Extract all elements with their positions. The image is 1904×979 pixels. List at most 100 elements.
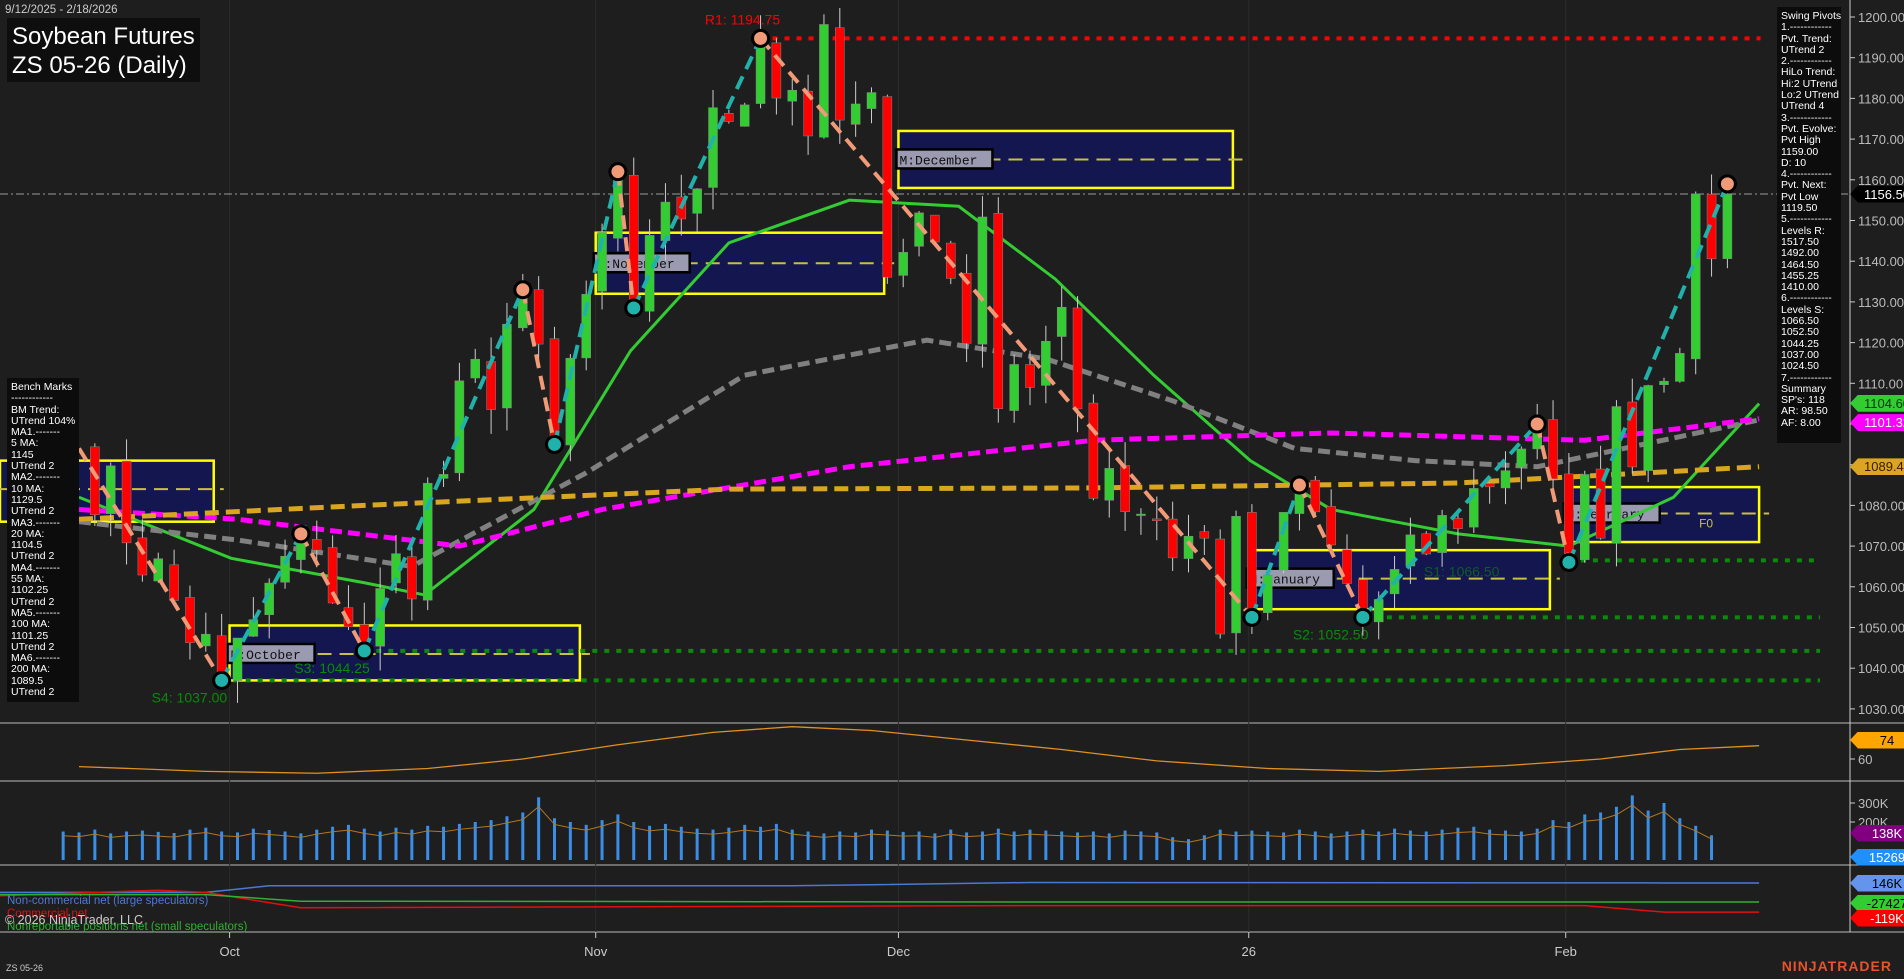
swing-high-marker: [1719, 176, 1735, 192]
candle-body: [819, 24, 828, 137]
symbol-label: ZS 05-26: [6, 963, 43, 973]
swing-low-marker: [1244, 609, 1260, 625]
instrument-contract: ZS 05-26 (Daily): [12, 51, 195, 80]
candle-body: [1549, 420, 1558, 479]
candle-body: [1453, 518, 1462, 528]
x-tick-label: Nov: [584, 944, 608, 959]
box-note: F0: [1699, 517, 1713, 531]
info-line: UTrend 2: [11, 506, 75, 517]
candle-body: [1247, 512, 1256, 617]
volume-tick-label: 300K: [1858, 796, 1889, 811]
candle-body: [1691, 194, 1700, 359]
y-tick-label: 1080.00: [1858, 498, 1904, 513]
indicator-tag: 15269: [1850, 849, 1904, 866]
info-line: 1.------------: [1781, 22, 1837, 33]
swing-line: [555, 172, 618, 445]
candle-body: [899, 252, 908, 275]
x-tick-label: Oct: [219, 944, 240, 959]
level-label: R1: 1194.75: [705, 11, 780, 27]
info-line: 1492.00: [1781, 248, 1837, 259]
candle-body: [1564, 474, 1573, 562]
y-tick-label: 1170.00: [1858, 132, 1904, 147]
candle-body: [1057, 307, 1066, 336]
candle-body: [1501, 471, 1510, 488]
info-line: UTrend 2: [11, 687, 75, 698]
candle-body: [645, 235, 654, 311]
candle-body: [978, 217, 987, 344]
legend-noncommercial: Non-commercial net (large speculators): [7, 895, 247, 908]
candle-body: [1200, 532, 1209, 539]
swing-high-marker: [610, 164, 626, 180]
swing-low-marker: [356, 643, 372, 659]
info-line: Pvt High: [1781, 135, 1837, 146]
candle-body: [534, 290, 543, 344]
price-tag: 1089.47: [1850, 458, 1904, 475]
info-line: 1102.25: [11, 585, 75, 596]
candle-body: [851, 104, 860, 124]
swing-high-marker: [1529, 416, 1545, 432]
swing-low-marker: [1561, 554, 1577, 570]
info-line: AF: 8.00: [1781, 418, 1837, 429]
x-tick-label: 26: [1241, 944, 1255, 959]
candle-body: [1517, 449, 1526, 467]
candle-body: [1152, 519, 1161, 521]
x-tick-label: Feb: [1555, 944, 1577, 959]
y-tick-label: 1180.00: [1858, 91, 1904, 106]
indicator-tag: -27427: [1850, 895, 1904, 912]
y-tick-label: 1050.00: [1858, 621, 1904, 636]
x-tick-label: Dec: [887, 944, 911, 959]
indicator-tag: -119K: [1850, 910, 1904, 927]
chart-title: Soybean Futures ZS 05-26 (Daily): [7, 18, 200, 82]
info-line: 1052.50: [1781, 327, 1837, 338]
level-label: S3: 1044.25: [294, 660, 370, 676]
indicator-tag: 138K: [1850, 825, 1904, 842]
candle-body: [1343, 550, 1352, 584]
level-label: S1: 1066.50: [1424, 563, 1500, 579]
candle-body: [867, 93, 876, 109]
candle-body: [407, 557, 416, 599]
osc-tick-label: 60: [1858, 752, 1872, 767]
month-label: M:January: [1250, 573, 1320, 588]
swing-line: [761, 38, 1252, 617]
price-tag: 1156.50: [1850, 186, 1904, 203]
swing-high-marker: [753, 30, 769, 46]
y-tick-label: 1040.00: [1858, 661, 1904, 676]
y-tick-label: 1110.00: [1858, 376, 1903, 391]
candle-body: [740, 105, 749, 127]
swing-high-marker: [515, 282, 531, 298]
y-tick-label: 1030.00: [1858, 702, 1904, 717]
candle-body: [1010, 364, 1019, 410]
candle-body: [1327, 506, 1336, 545]
month-label: M:December: [899, 153, 977, 168]
candle-body: [1612, 407, 1621, 544]
instrument-name: Soybean Futures: [12, 22, 195, 51]
candle-body: [1660, 381, 1669, 385]
y-tick-label: 1200.00: [1858, 10, 1904, 25]
info-line: ------------: [11, 393, 75, 404]
info-line: 1024.50: [1781, 361, 1837, 372]
candle-body: [471, 359, 480, 378]
candle-body: [1121, 465, 1130, 511]
info-line: 100 MA:: [11, 619, 75, 630]
candle-body: [1089, 403, 1098, 498]
candle-body: [1026, 365, 1035, 388]
swing-high-marker: [293, 526, 309, 542]
moving-average-20ma: [79, 200, 1759, 595]
candle-body: [1374, 599, 1383, 621]
candle-body: [1136, 514, 1145, 516]
indicator-tag: 146K: [1850, 875, 1904, 892]
price-chart[interactable]: 1200.001190.001180.001170.001160.001150.…: [0, 0, 1904, 979]
price-tag: 1104.60: [1850, 395, 1904, 412]
candle-body: [1485, 483, 1494, 486]
cot-series-line: [0, 895, 1759, 902]
cot-series-line: [0, 883, 1759, 893]
swing-low-marker: [1355, 609, 1371, 625]
info-line: UTrend 4: [1781, 101, 1837, 112]
bench-marks-panel: Bench Marks------------BM Trend:UTrend 1…: [7, 378, 79, 702]
candle-body: [930, 215, 939, 242]
candle-body: [1644, 385, 1653, 470]
swing-low-marker: [547, 436, 563, 452]
level-label: S4: 1037.00: [152, 689, 228, 705]
date-range: 9/12/2025 - 2/18/2026: [5, 4, 118, 16]
indicator-tag: 74: [1850, 732, 1904, 749]
